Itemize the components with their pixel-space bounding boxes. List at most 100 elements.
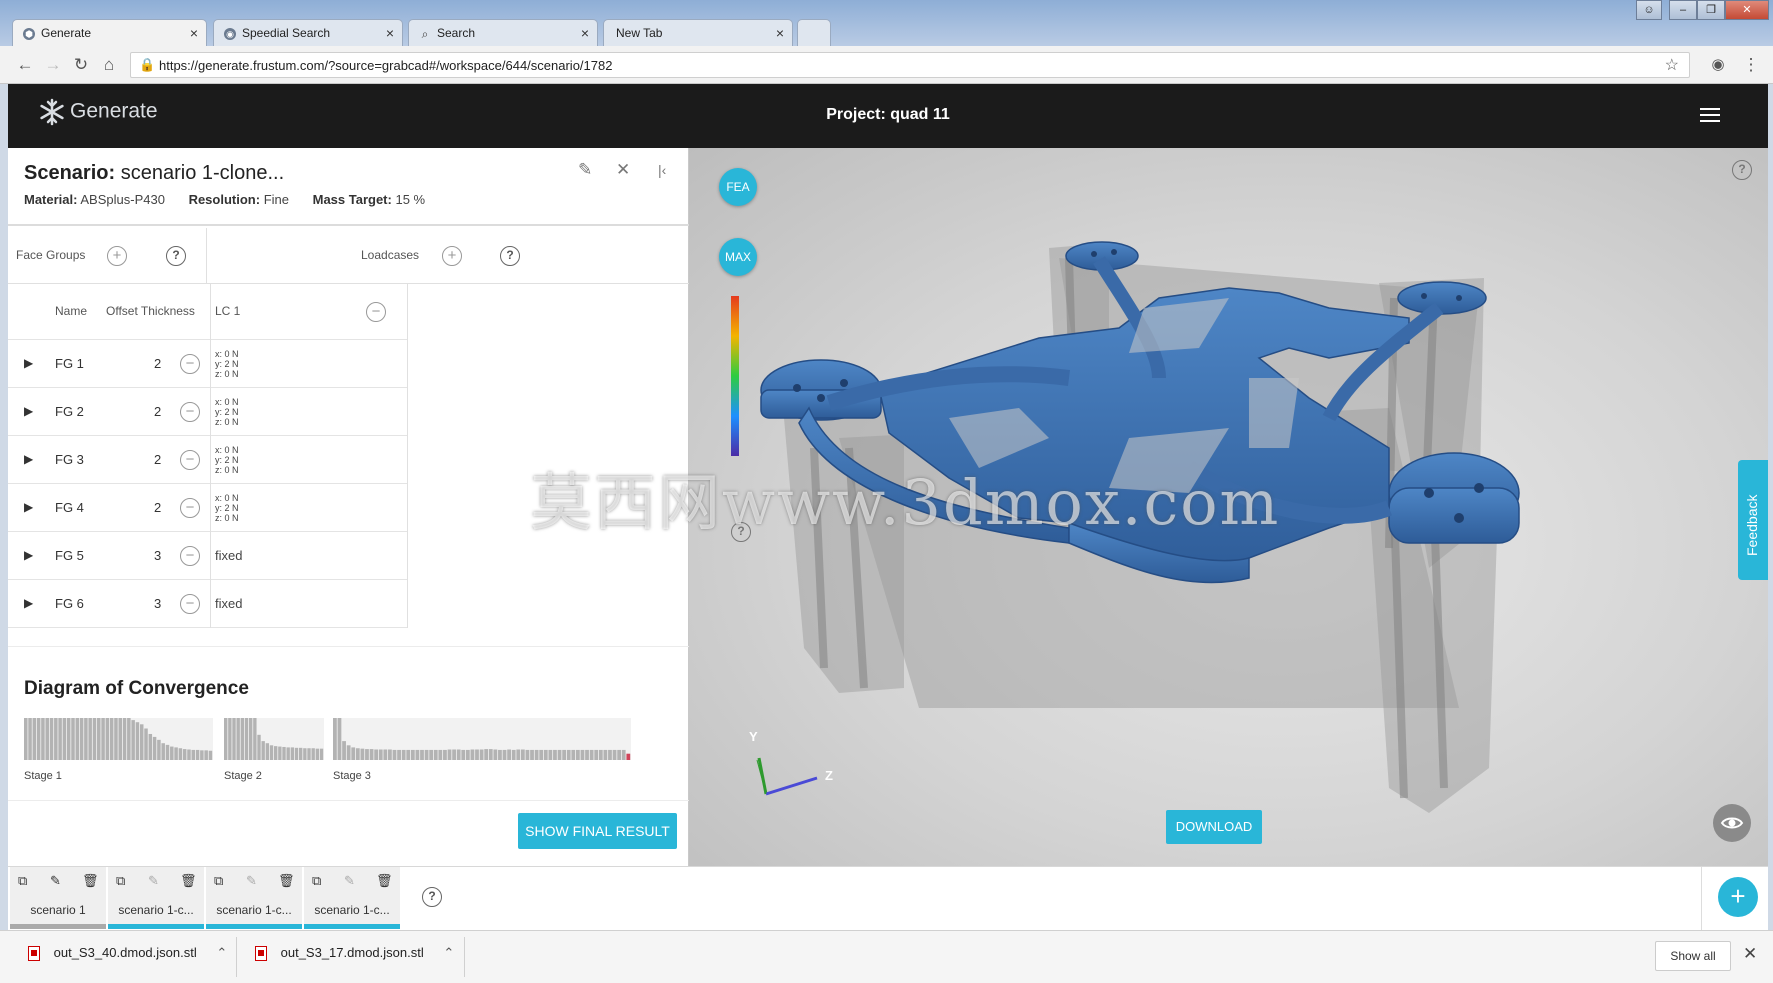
- load-cell[interactable]: fixed: [215, 596, 242, 611]
- scenario-tab[interactable]: ⧉ ✎ 🗑 scenario 1: [10, 867, 106, 929]
- load-cell[interactable]: x: 0 Ny: 2 Nz: 0 N: [215, 397, 239, 427]
- chevron-up-icon[interactable]: ⌃: [216, 945, 227, 960]
- trash-icon[interactable]: 🗑: [376, 873, 393, 889]
- download-item[interactable]: out_S3_17.dmod.json.stl ⌃: [255, 945, 454, 962]
- table-row[interactable]: ▶ FG 5 3 − fixed: [8, 532, 408, 580]
- load-cell[interactable]: x: 0 Ny: 2 Nz: 0 N: [215, 493, 239, 523]
- visibility-toggle-button[interactable]: [1713, 804, 1751, 842]
- expand-triangle-icon[interactable]: ▶: [24, 500, 33, 514]
- edit-pencil-icon[interactable]: ✎: [578, 160, 592, 180]
- close-icon[interactable]: ✕: [1743, 944, 1757, 964]
- table-row[interactable]: ▶ FG 2 2− x: 0 Ny: 2 Nz: 0 N: [8, 388, 408, 436]
- url-field[interactable]: 🔒 https://generate.frustum.com/?source=g…: [130, 52, 1690, 78]
- user-profile-icon[interactable]: ☺: [1636, 0, 1662, 20]
- remove-face-group-icon[interactable]: −: [180, 450, 200, 470]
- browser-menu-icon[interactable]: ⋮: [1740, 55, 1762, 75]
- column-divider: [210, 284, 211, 628]
- download-item[interactable]: out_S3_40.dmod.json.stl ⌃: [28, 945, 227, 962]
- feedback-tab[interactable]: Feedback: [1738, 460, 1768, 580]
- copy-icon[interactable]: ⧉: [116, 873, 125, 889]
- add-face-group-icon[interactable]: +: [107, 246, 127, 266]
- table-row[interactable]: ▶ FG 4 2− x: 0 Ny: 2 Nz: 0 N: [8, 484, 408, 532]
- extension-eye-icon[interactable]: ◉: [1707, 55, 1729, 73]
- trash-icon[interactable]: 🗑: [278, 873, 295, 889]
- close-tab-icon[interactable]: ×: [386, 25, 394, 41]
- convergence-bar: [54, 718, 58, 760]
- remove-face-group-icon[interactable]: −: [180, 402, 200, 422]
- browser-tab-search[interactable]: ⌕ Search ×: [408, 19, 598, 46]
- stage-label: Stage 2: [224, 770, 262, 782]
- browser-tab-generate[interactable]: ⬢ Generate ×: [12, 19, 207, 47]
- maximize-button[interactable]: ❐: [1697, 0, 1725, 20]
- convergence-bar: [286, 747, 290, 760]
- scenario-tab[interactable]: ⧉ ✎ 🗑 scenario 1-c...: [108, 867, 204, 929]
- trash-icon[interactable]: 🗑: [82, 873, 99, 889]
- load-cell[interactable]: fixed: [215, 548, 242, 563]
- copy-icon[interactable]: ⧉: [18, 873, 27, 889]
- home-icon[interactable]: ⌂: [98, 55, 120, 75]
- show-all-button[interactable]: Show all: [1655, 941, 1731, 971]
- edit-pencil-icon[interactable]: ✎: [148, 873, 159, 889]
- load-cell[interactable]: x: 0 Ny: 2 Nz: 0 N: [215, 349, 239, 379]
- table-row[interactable]: ▶ FG 6 3 − fixed: [8, 580, 408, 628]
- viewport-help-icon[interactable]: ?: [1732, 160, 1752, 180]
- max-button[interactable]: MAX: [719, 238, 757, 276]
- remove-loadcase-icon[interactable]: −: [366, 302, 386, 322]
- download-button[interactable]: DOWNLOAD: [1166, 810, 1262, 844]
- table-row[interactable]: ▶ FG 1 2− x: 0 Ny: 2 Nz: 0 N: [8, 340, 408, 388]
- table-row[interactable]: ▶ FG 3 2− x: 0 Ny: 2 Nz: 0 N: [8, 436, 408, 484]
- app-header: Generate Project: quad 11: [8, 84, 1768, 148]
- chevron-up-icon[interactable]: ⌃: [443, 945, 454, 960]
- close-tab-icon[interactable]: ×: [776, 25, 784, 41]
- back-arrow-icon[interactable]: ←: [14, 55, 36, 75]
- convergence-bar: [152, 736, 157, 760]
- expand-triangle-icon[interactable]: ▶: [24, 596, 33, 610]
- hamburger-menu-icon[interactable]: [1700, 108, 1720, 126]
- convergence-bar: [178, 748, 183, 760]
- face-groups-help-icon[interactable]: ?: [166, 246, 186, 266]
- new-tab-button[interactable]: [797, 19, 831, 46]
- minimize-button[interactable]: –: [1669, 0, 1697, 20]
- convergence-bar: [452, 749, 456, 760]
- scenario-title-value: scenario 1-clone...: [120, 162, 285, 184]
- browser-tab-newtab[interactable]: New Tab ×: [603, 19, 793, 46]
- collapse-panel-icon[interactable]: |‹: [658, 162, 666, 178]
- load-cell[interactable]: x: 0 Ny: 2 Nz: 0 N: [215, 445, 239, 475]
- convergence-bar: [433, 749, 438, 760]
- expand-triangle-icon[interactable]: ▶: [24, 356, 33, 370]
- fea-button[interactable]: FEA: [719, 168, 757, 206]
- convergence-bar: [516, 749, 521, 760]
- remove-face-group-icon[interactable]: −: [180, 594, 200, 614]
- remove-face-group-icon[interactable]: −: [180, 498, 200, 518]
- remove-face-group-icon[interactable]: −: [180, 354, 200, 374]
- edit-pencil-icon[interactable]: ✎: [344, 873, 355, 889]
- scenarios-help-icon[interactable]: ?: [422, 887, 442, 907]
- edit-pencil-icon[interactable]: ✎: [246, 873, 257, 889]
- close-window-button[interactable]: ✕: [1725, 0, 1769, 20]
- close-tab-icon[interactable]: ×: [190, 25, 198, 41]
- convergence-bar: [105, 718, 110, 760]
- copy-icon[interactable]: ⧉: [312, 873, 321, 889]
- remove-face-group-icon[interactable]: −: [180, 546, 200, 566]
- scenario-tab[interactable]: ⧉ ✎ 🗑 scenario 1-c...: [206, 867, 302, 929]
- bookmark-star-icon[interactable]: ☆: [1665, 55, 1679, 75]
- expand-triangle-icon[interactable]: ▶: [24, 452, 33, 466]
- close-tab-icon[interactable]: ×: [581, 25, 589, 41]
- scenario-tab[interactable]: ⧉ ✎ 🗑 scenario 1-c...: [304, 867, 400, 929]
- trash-icon[interactable]: 🗑: [180, 873, 197, 889]
- add-scenario-button[interactable]: +: [1718, 877, 1758, 917]
- add-loadcase-icon[interactable]: +: [442, 246, 462, 266]
- loadcases-help-icon[interactable]: ?: [500, 246, 520, 266]
- copy-icon[interactable]: ⧉: [214, 873, 223, 889]
- divider: [1701, 867, 1702, 931]
- convergence-bar: [461, 749, 466, 760]
- reload-icon[interactable]: ↻: [70, 55, 92, 75]
- show-final-result-button[interactable]: SHOW FINAL RESULT: [518, 813, 677, 849]
- expand-triangle-icon[interactable]: ▶: [24, 404, 33, 418]
- close-icon[interactable]: ✕: [616, 160, 630, 180]
- edit-pencil-icon[interactable]: ✎: [50, 873, 61, 889]
- convergence-bar: [253, 718, 257, 760]
- browser-tab-speeddial[interactable]: ◉ Speedial Search ×: [213, 19, 403, 46]
- expand-triangle-icon[interactable]: ▶: [24, 548, 33, 562]
- forward-arrow-icon[interactable]: →: [42, 55, 64, 75]
